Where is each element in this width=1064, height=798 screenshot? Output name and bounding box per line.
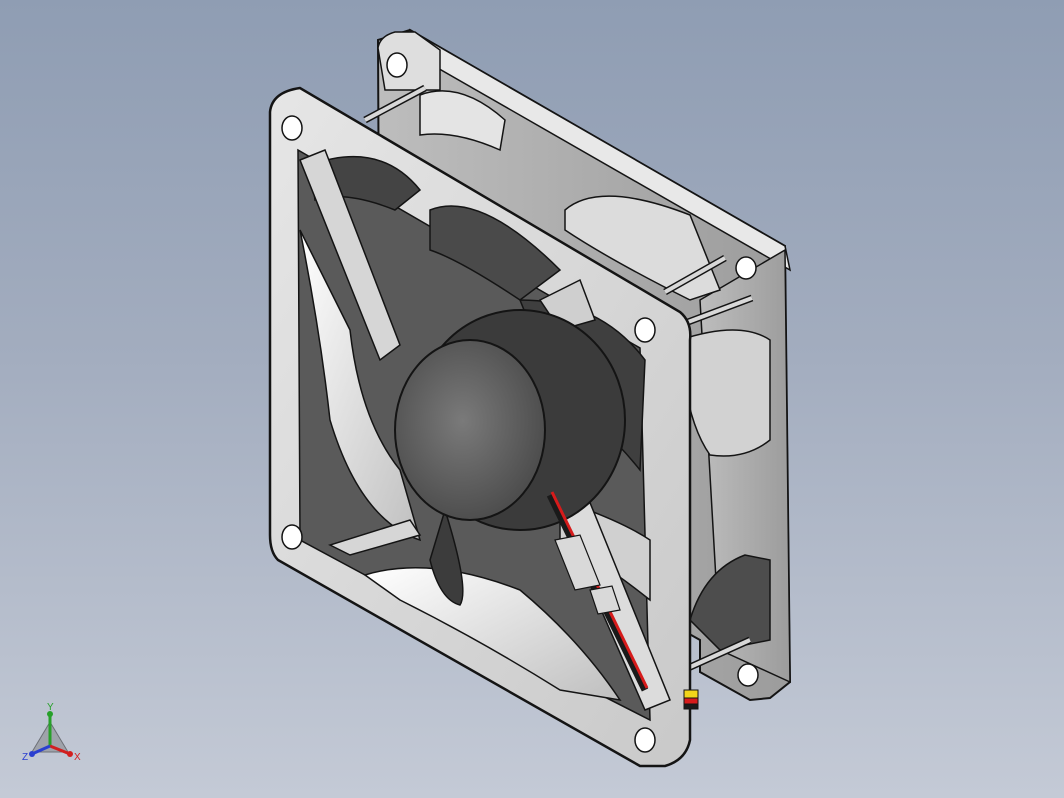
fan-model[interactable]: [0, 0, 1064, 798]
triad-z-label: Z: [22, 752, 28, 763]
graphics-viewport[interactable]: Y X Z: [0, 0, 1064, 798]
mount-hole-top-left: [281, 115, 303, 141]
mount-hole-bottom-left: [281, 524, 303, 550]
triad-y-label: Y: [47, 702, 54, 713]
mount-hole-bottom-right: [634, 727, 656, 753]
triad-x-label: X: [74, 752, 81, 763]
mount-hole-top-right: [634, 317, 656, 343]
view-orientation-triad-icon: [29, 711, 73, 757]
view-orientation-triad[interactable]: Y X Z: [18, 700, 88, 772]
